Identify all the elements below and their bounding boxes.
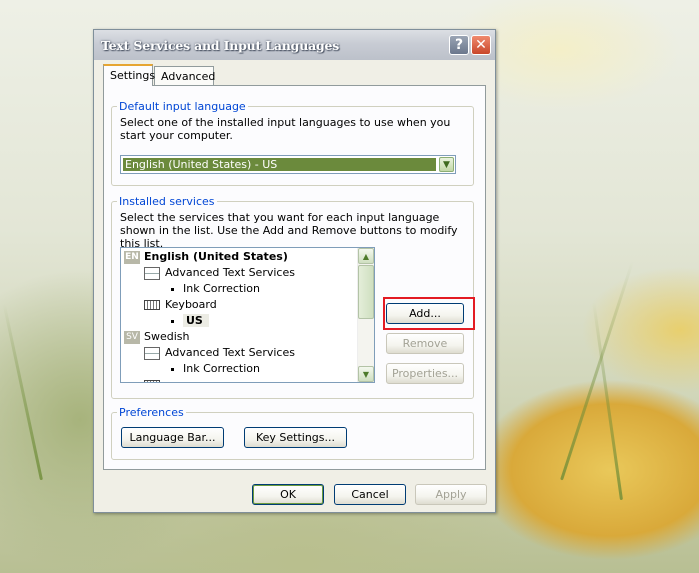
remove-button[interactable]: Remove xyxy=(386,333,464,354)
close-button[interactable]: ✕ xyxy=(471,35,491,55)
tree-item-swedish[interactable]: SV Swedish xyxy=(124,329,190,345)
scroll-thumb[interactable] xyxy=(358,265,374,319)
installed-services-description: Select the services that you want for ea… xyxy=(120,211,458,250)
tree-item-label: Ink Correction xyxy=(183,362,260,375)
chevron-down-icon[interactable]: ▼ xyxy=(439,157,454,172)
tree-item-label: Ink Correction xyxy=(183,282,260,295)
tree-item-ink-correction[interactable]: Ink Correction xyxy=(171,281,260,297)
close-icon: ✕ xyxy=(475,37,487,53)
apply-button[interactable]: Apply xyxy=(415,484,487,505)
dialog-window: Text Services and Input Languages ? ✕ Se… xyxy=(93,29,496,513)
language-badge: EN xyxy=(124,250,140,264)
key-settings-button[interactable]: Key Settings... xyxy=(244,427,347,448)
default-language-label: Default input language xyxy=(117,100,248,113)
installed-services-label: Installed services xyxy=(117,195,217,208)
settings-panel: Default input language Select one of the… xyxy=(103,85,486,470)
tree-item-us[interactable]: US xyxy=(171,313,209,329)
tree-item-ink-correction[interactable]: Ink Correction xyxy=(171,361,260,377)
default-language-description: Select one of the installed input langua… xyxy=(120,116,451,142)
text-services-icon xyxy=(144,266,160,280)
title-bar[interactable]: Text Services and Input Languages ? ✕ xyxy=(94,30,495,60)
tree-item-text-services[interactable]: Advanced Text Services xyxy=(144,265,295,281)
scroll-down-icon[interactable]: ▼ xyxy=(358,366,374,382)
highlight-box xyxy=(383,297,475,330)
language-badge: SV xyxy=(124,330,140,344)
tree-item-label: Advanced Text Services xyxy=(165,346,295,359)
help-button[interactable]: ? xyxy=(449,35,469,55)
keyboard-icon xyxy=(144,380,160,382)
language-bar-button[interactable]: Language Bar... xyxy=(121,427,224,448)
tree-item-label: US xyxy=(183,314,209,327)
default-language-value: English (United States) - US xyxy=(123,158,436,171)
properties-button[interactable]: Properties... xyxy=(386,363,464,384)
tree-item-text-services[interactable]: Advanced Text Services xyxy=(144,345,295,361)
tree-scrollbar[interactable]: ▲ ▼ xyxy=(357,248,374,382)
keyboard-icon xyxy=(144,300,160,310)
tab-settings[interactable]: Settings xyxy=(103,64,155,86)
preferences-label: Preferences xyxy=(117,406,186,419)
bullet-icon xyxy=(171,319,174,323)
cancel-button[interactable]: Cancel xyxy=(334,484,406,505)
scroll-up-icon[interactable]: ▲ xyxy=(358,248,374,264)
text-services-icon xyxy=(144,346,160,360)
tree-item-keyboard[interactable]: Keyboard xyxy=(144,297,217,313)
default-language-select[interactable]: English (United States) - US ▼ xyxy=(120,155,456,174)
tab-advanced[interactable]: Advanced xyxy=(154,66,215,85)
help-icon: ? xyxy=(454,37,464,53)
bullet-icon xyxy=(171,287,174,291)
tree-item-keyboard[interactable] xyxy=(144,377,165,382)
bullet-icon xyxy=(171,367,174,371)
ok-button[interactable]: OK xyxy=(252,484,324,505)
tree-item-label: Keyboard xyxy=(165,298,217,311)
services-tree[interactable]: EN English (United States) Advanced Text … xyxy=(120,247,375,383)
tree-item-label: Swedish xyxy=(144,330,190,343)
tree-item-label: English (United States) xyxy=(144,250,288,263)
tree-item-english[interactable]: EN English (United States) xyxy=(124,249,288,265)
tree-item-label: Advanced Text Services xyxy=(165,266,295,279)
window-title: Text Services and Input Languages xyxy=(101,38,340,53)
background-grass xyxy=(2,303,43,481)
background-grass xyxy=(560,260,635,481)
